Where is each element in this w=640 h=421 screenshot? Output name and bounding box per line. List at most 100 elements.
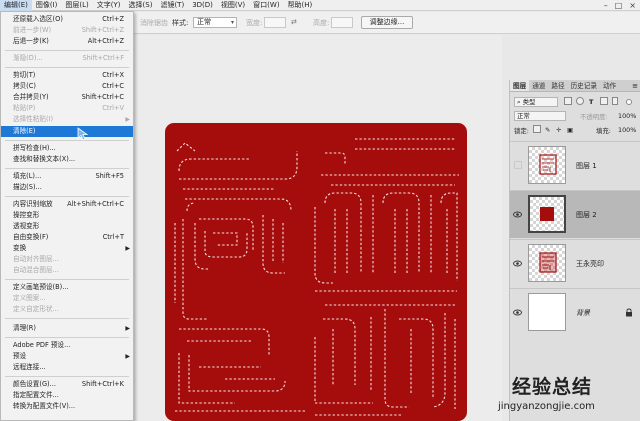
menu-filter[interactable]: 滤镜(T) <box>156 0 188 11</box>
menu-item-step-backward[interactable]: 后退一步(K) Alt+Ctrl+Z <box>1 36 133 47</box>
width-input[interactable] <box>264 17 286 28</box>
refine-edge-button[interactable]: 调整边缘... <box>361 16 413 29</box>
layer-name[interactable]: 图层 2 <box>576 210 597 220</box>
tab-channels[interactable]: 通道 <box>529 80 548 91</box>
menu-select[interactable]: 选择(S) <box>125 0 157 11</box>
menu-separator <box>5 67 129 68</box>
menu-item-cut[interactable]: 剪切(T) Ctrl+X <box>1 70 133 81</box>
menu-separator <box>5 337 129 338</box>
kind-filter-select[interactable]: ⌕ 类型 <box>514 97 558 107</box>
menu-help[interactable]: 帮助(H) <box>284 0 317 11</box>
menu-item-undo-load-selection[interactable]: 还原载入选区(O) Ctrl+Z <box>1 14 133 25</box>
menu-item-shortcut: Ctrl+Z <box>102 15 124 23</box>
layer-filter-row: ⌕ 类型 T <box>510 96 640 108</box>
menu-item-label: 定义画笔预设(B)... <box>13 283 69 291</box>
layer-name[interactable]: 图层 1 <box>576 161 597 171</box>
layer-row-stamp[interactable]: 王永亮印 <box>510 239 640 287</box>
tab-layers[interactable]: 图层 <box>510 80 530 91</box>
menu-item-check-spelling[interactable]: 拼写检查(H)... <box>1 143 133 154</box>
menu-item-transform[interactable]: 变换 ▶ <box>1 243 133 254</box>
menu-separator <box>5 196 129 197</box>
edit-menu-dropdown: 还原载入选区(O) Ctrl+Z 前进一步(W) Shift+Ctrl+Z 后退一步… <box>0 11 134 421</box>
menu-layer[interactable]: 图层(L) <box>61 0 92 11</box>
menu-item-perspective-warp[interactable]: 透视变形 <box>1 221 133 232</box>
eye-icon[interactable] <box>513 259 522 268</box>
menu-item-label: 定义图案... <box>13 294 46 302</box>
layer-name[interactable]: 王永亮印 <box>576 259 604 269</box>
menu-item-label: 选择性粘贴(I) <box>13 115 54 123</box>
minimize-icon[interactable]: – <box>604 1 608 10</box>
menu-separator <box>5 279 129 280</box>
filter-pixel-icon[interactable] <box>564 97 572 105</box>
menu-item-label: 剪切(T) <box>13 71 36 79</box>
lock-all-icon[interactable]: ▣ <box>567 126 573 134</box>
lock-image-icon[interactable]: ✎ <box>545 126 550 134</box>
filter-toggle-icon[interactable] <box>626 99 632 105</box>
filter-type-icon[interactable]: T <box>589 98 593 106</box>
menu-item-adobe-pdf-presets[interactable]: Adobe PDF 预设... <box>1 340 133 351</box>
menu-item-convert-to-profile[interactable]: 转换为配置文件(V)... <box>1 401 133 412</box>
panel-tabs: 图层 通道 路径 历史记录 动作 ≡ <box>510 80 640 92</box>
menu-item-label: 远程连接... <box>13 363 46 371</box>
menu-item-auto-blend-layers: 自动混合图层... <box>1 265 133 276</box>
filter-shape-icon[interactable] <box>600 97 608 105</box>
layer-row-layer-1[interactable]: 图层 1 <box>510 141 640 189</box>
menu-item-content-aware-scale[interactable]: 内容识别缩放 Alt+Shift+Ctrl+C <box>1 199 133 210</box>
menu-item-label: 转换为配置文件(V)... <box>13 402 76 410</box>
height-input[interactable] <box>331 17 353 28</box>
eye-icon[interactable] <box>513 210 522 219</box>
menu-window[interactable]: 窗口(W) <box>249 0 283 11</box>
eye-icon[interactable] <box>513 308 522 317</box>
fill-value[interactable]: 100% <box>618 126 636 134</box>
menu-item-purge[interactable]: 清理(R) ▶ <box>1 323 133 334</box>
visibility-toggle-empty[interactable] <box>514 161 522 169</box>
menu-item-shortcut: Shift+F5 <box>95 172 125 180</box>
menu-item-free-transform[interactable]: 自由变换(F) Ctrl+T <box>1 232 133 243</box>
menu-item-assign-profile[interactable]: 指定配置文件... <box>1 390 133 401</box>
menu-image[interactable]: 图像(I) <box>32 0 62 11</box>
menu-edit[interactable]: 编辑(E) <box>0 0 32 11</box>
menu-view[interactable]: 视图(V) <box>217 0 249 11</box>
filter-adjustment-icon[interactable] <box>576 97 584 105</box>
menu-item-remote-connections[interactable]: 远程连接... <box>1 362 133 373</box>
opacity-value[interactable]: 100% <box>618 112 636 120</box>
menu-item-puppet-warp[interactable]: 操控变形 <box>1 210 133 221</box>
maximize-icon[interactable]: □ <box>615 1 623 10</box>
layer-row-layer-2[interactable]: 图层 2 <box>510 190 640 238</box>
close-icon[interactable]: × <box>629 1 636 10</box>
menu-item-define-brush[interactable]: 定义画笔预设(B)... <box>1 282 133 293</box>
menu-item-clear[interactable]: 清除(E) <box>1 126 133 137</box>
menu-item-stroke[interactable]: 描边(S)... <box>1 182 133 193</box>
watermark-url: jingyanzongjie.com <box>498 401 595 412</box>
menu-item-copy[interactable]: 拷贝(C) Ctrl+C <box>1 81 133 92</box>
menu-type[interactable]: 文字(Y) <box>93 0 125 11</box>
menu-item-label: 透视变形 <box>13 222 40 230</box>
swap-icon[interactable]: ⇄ <box>291 18 297 26</box>
tab-history[interactable]: 历史记录 <box>568 80 600 91</box>
tab-paths[interactable]: 路径 <box>548 80 567 91</box>
menu-item-copy-merged[interactable]: 合并拷贝(Y) Shift+Ctrl+C <box>1 92 133 103</box>
menu-item-presets[interactable]: 预设 ▶ <box>1 351 133 362</box>
menu-item-label: 还原载入选区(O) <box>13 15 63 23</box>
menu-3d[interactable]: 3D(D) <box>188 0 217 11</box>
style-select[interactable]: 正常 ▾ <box>193 17 237 28</box>
stamp-thumbnail-icon <box>539 252 557 273</box>
layer-row-background[interactable]: 背景 <box>510 288 640 336</box>
blend-mode-select[interactable]: 正常 <box>514 111 566 121</box>
tab-actions[interactable]: 动作 <box>600 80 619 91</box>
panel-menu-icon[interactable]: ≡ <box>632 80 638 92</box>
menu-item-label: 自动混合图层... <box>13 266 59 274</box>
layer-thumbnail <box>528 244 566 282</box>
menu-item-fill[interactable]: 填充(L)... Shift+F5 <box>1 171 133 182</box>
search-icon: ⌕ <box>517 98 521 106</box>
lock-transparent-icon[interactable] <box>533 125 541 133</box>
lock-fill-row: 锁定: ✎ ✛ ▣ 填充: 100% <box>510 124 640 136</box>
menubar: 编辑(E) 图像(I) 图层(L) 文字(Y) 选择(S) 滤镜(T) 3D(D… <box>0 0 640 11</box>
lock-position-icon[interactable]: ✛ <box>556 126 561 134</box>
menu-item-color-settings[interactable]: 颜色设置(G)... Shift+Ctrl+K <box>1 379 133 390</box>
layer-name[interactable]: 背景 <box>576 308 590 318</box>
document-canvas[interactable] <box>135 35 502 421</box>
menu-item-find-replace[interactable]: 查找和替换文本(X)... <box>1 154 133 165</box>
antialias-checkbox-label[interactable]: 消除锯齿 <box>140 18 168 28</box>
filter-smart-object-icon[interactable] <box>612 97 618 105</box>
